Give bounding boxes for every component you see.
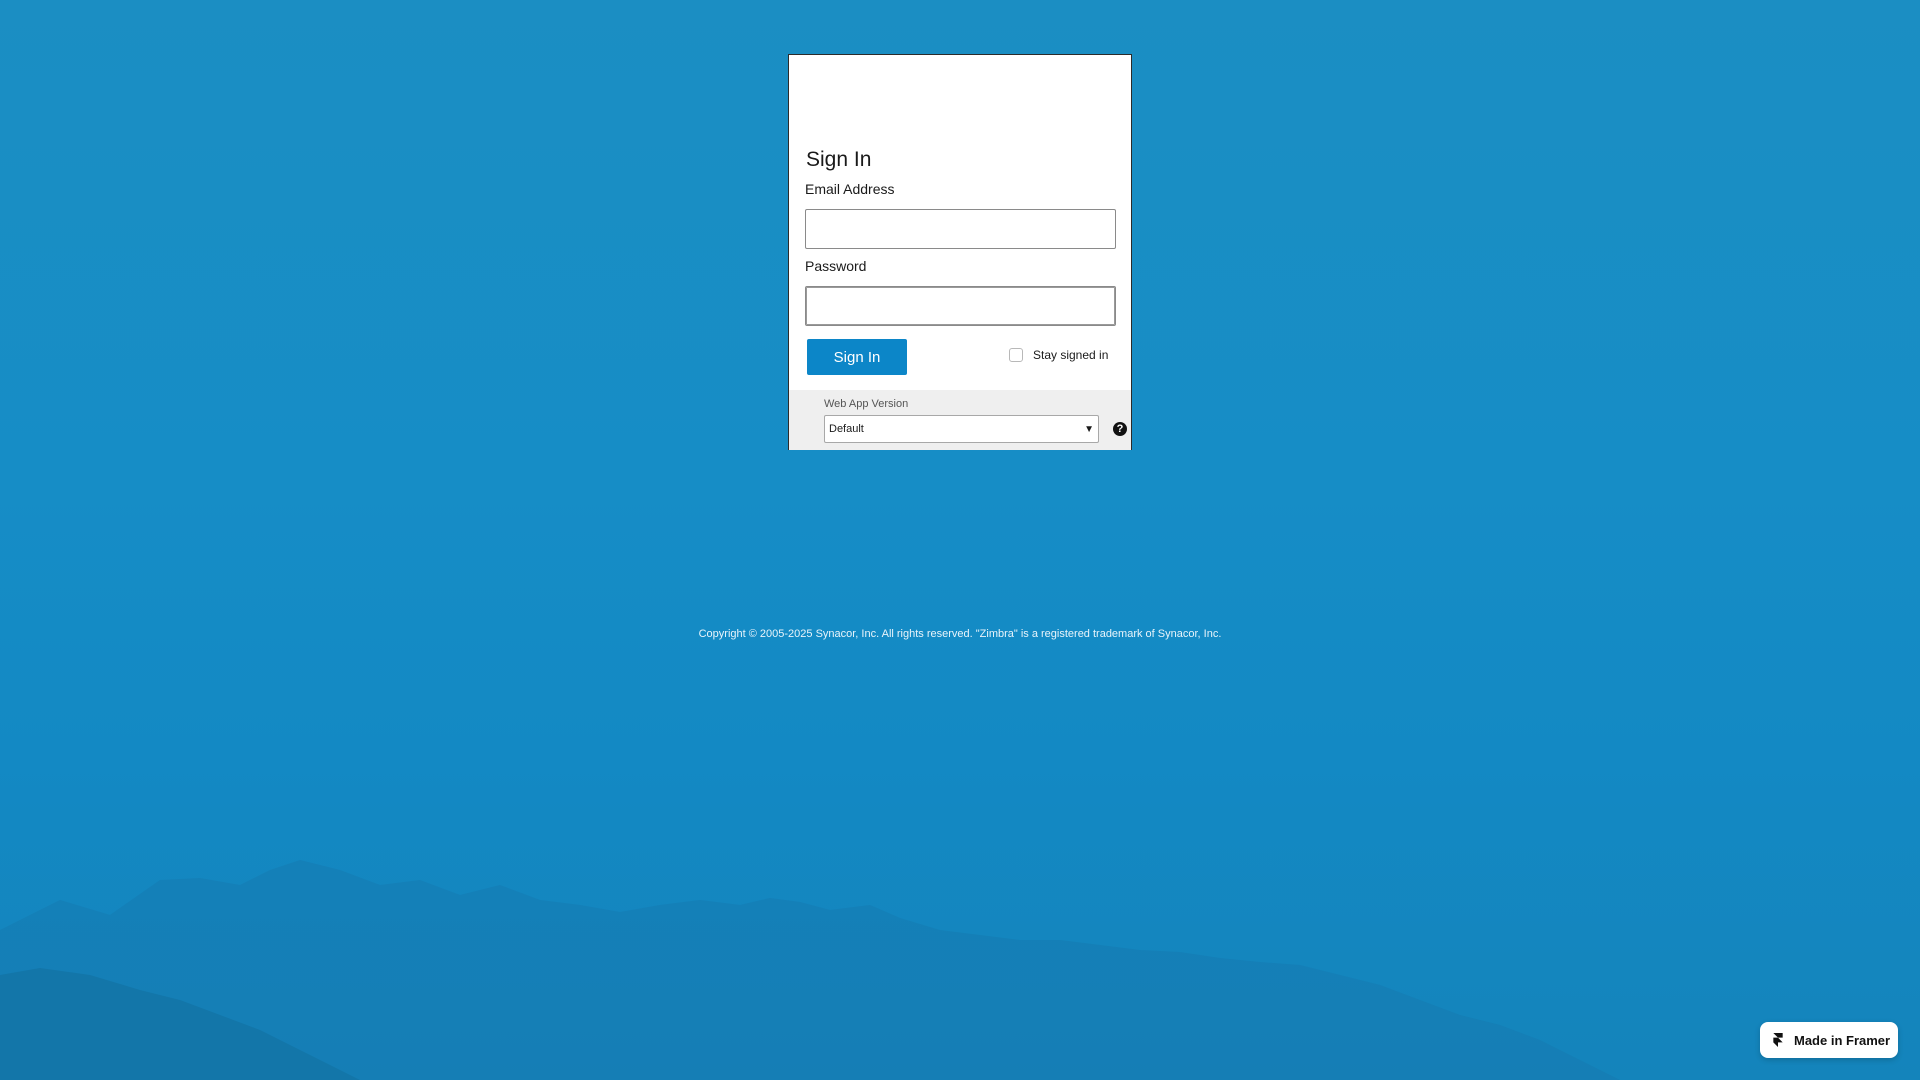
email-input[interactable] — [805, 209, 1116, 249]
stay-signed-in-label: Stay signed in — [1033, 348, 1109, 362]
password-input[interactable] — [805, 286, 1116, 326]
chevron-down-icon: ▼ — [1084, 423, 1094, 435]
version-select[interactable]: Default ▼ — [824, 415, 1099, 443]
stay-signed-in[interactable]: Stay signed in — [1009, 348, 1108, 362]
page-title: Sign In — [806, 148, 872, 171]
copyright-text: Copyright © 2005-2025 Synacor, Inc. All … — [698, 628, 1222, 640]
version-label: Web App Version — [824, 398, 909, 410]
help-icon[interactable]: ? — [1113, 422, 1127, 436]
password-label: Password — [805, 258, 867, 274]
email-label: Email Address — [805, 181, 895, 197]
made-in-framer-badge[interactable]: Made in Framer — [1760, 1022, 1898, 1058]
sign-in-button[interactable]: Sign In — [807, 339, 907, 375]
login-card: Sign In Email Address Password Sign In S… — [788, 54, 1132, 450]
badge-label: Made in Framer — [1794, 1032, 1891, 1048]
framer-icon — [1773, 1033, 1783, 1047]
version-selected-value: Default — [829, 423, 864, 435]
stay-signed-in-checkbox[interactable] — [1009, 348, 1023, 362]
